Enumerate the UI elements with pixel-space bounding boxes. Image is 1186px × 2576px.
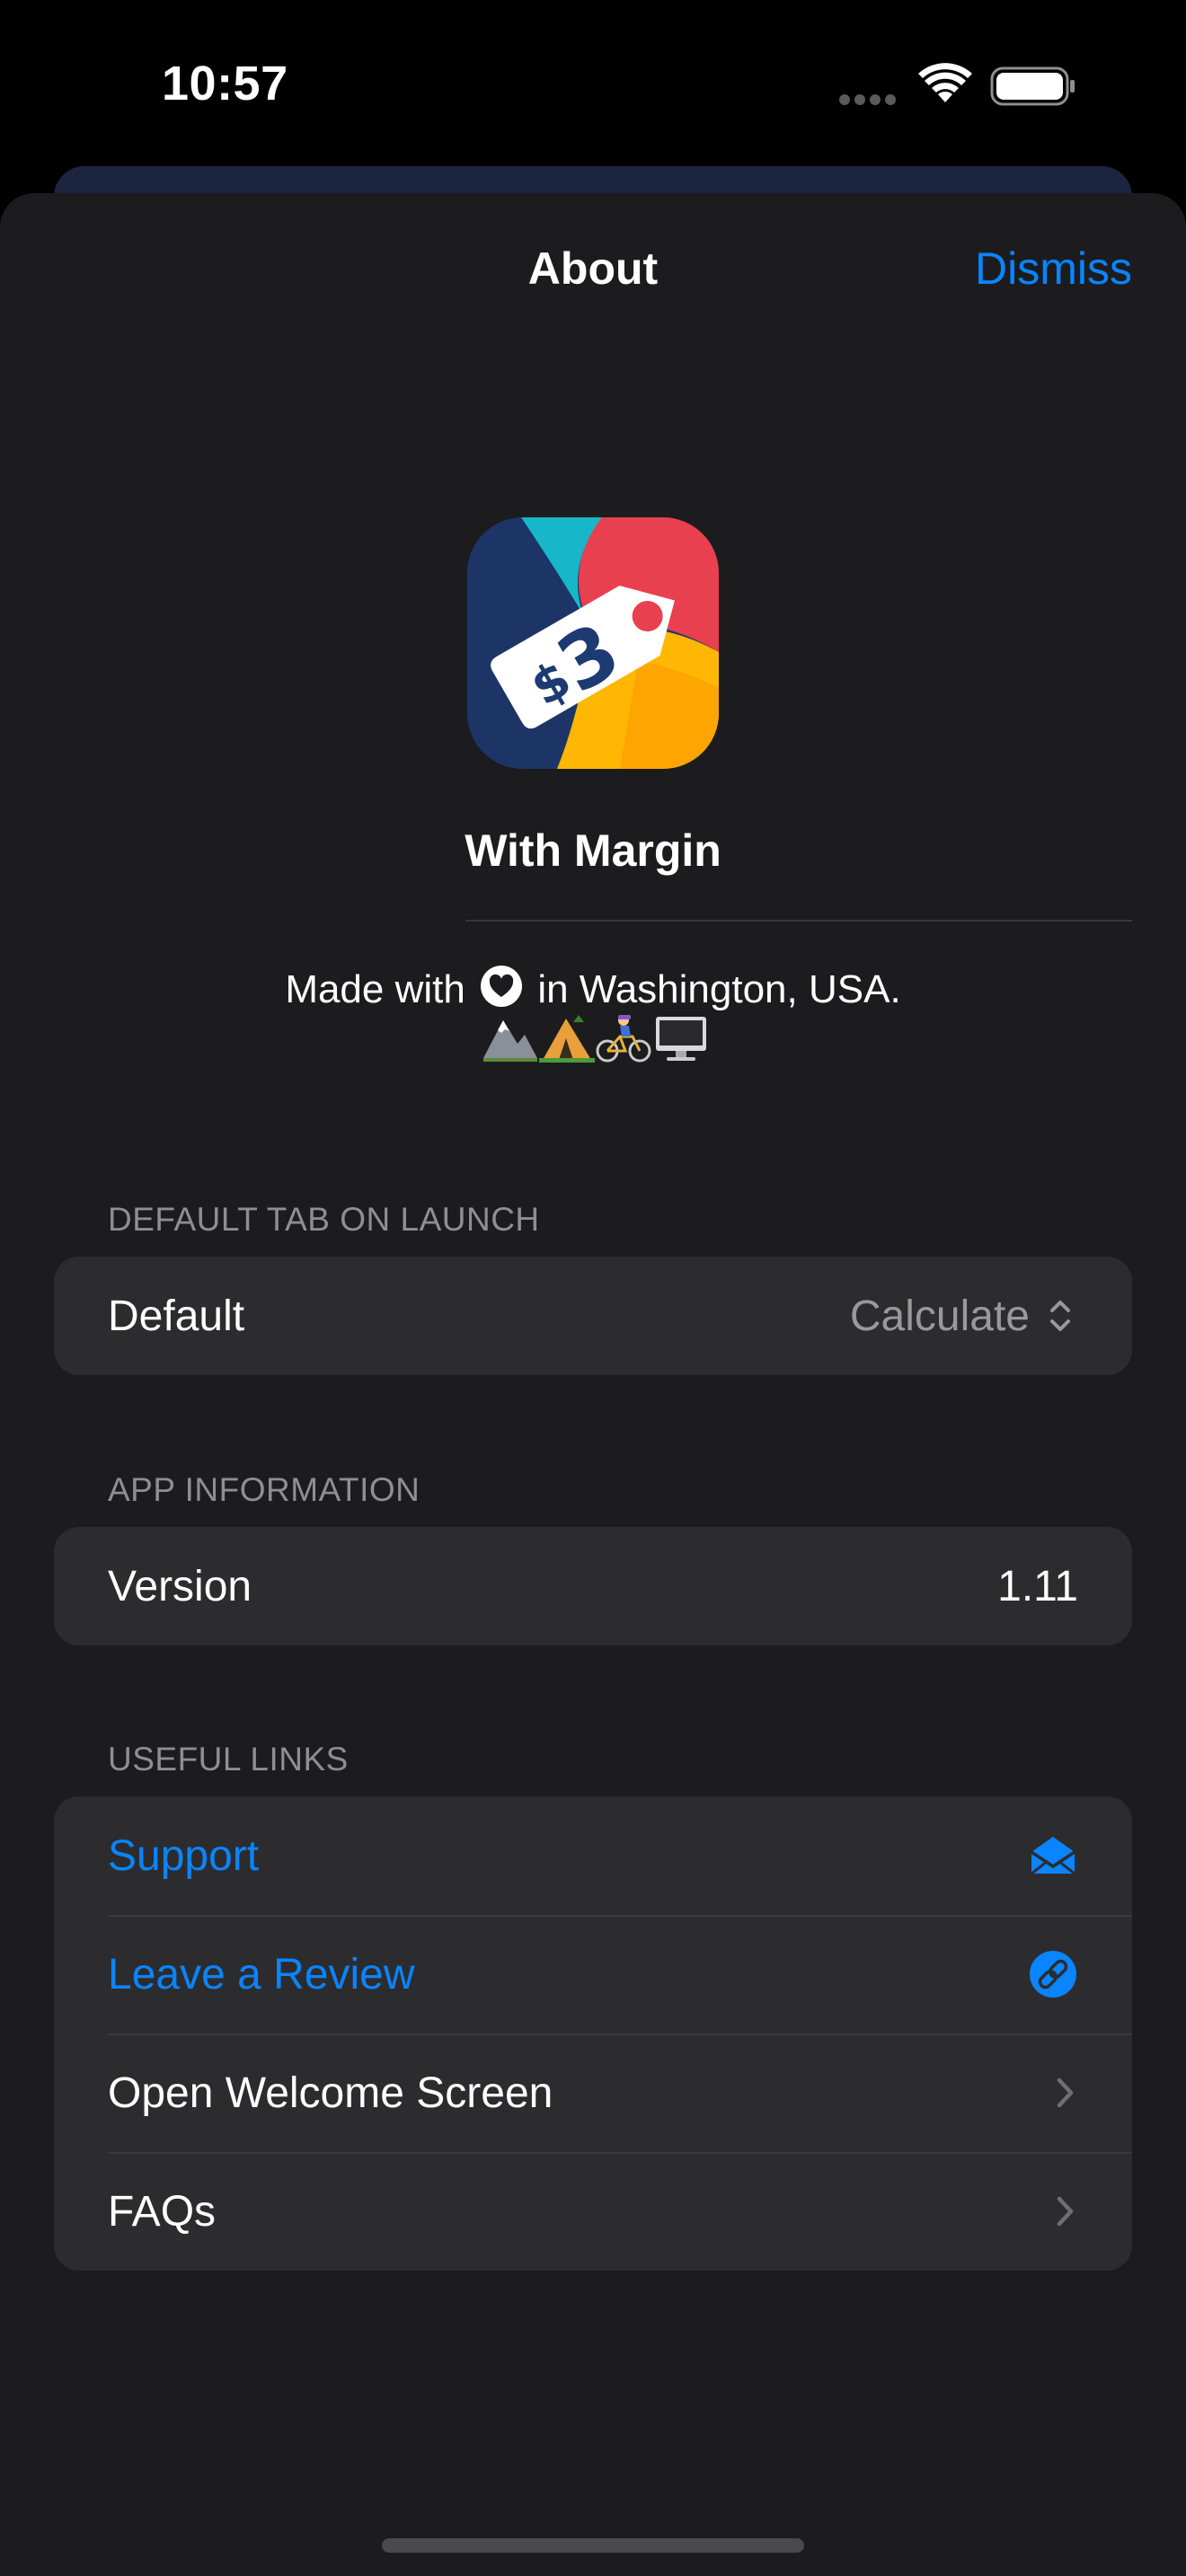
emoji-row <box>483 1015 706 1063</box>
open-welcome-screen-label: Open Welcome Screen <box>108 2069 553 2117</box>
leave-review-label: Leave a Review <box>108 1950 415 1998</box>
chevron-right-icon <box>1057 2196 1074 2227</box>
wifi-icon <box>918 63 972 102</box>
app-name: With Margin <box>465 825 721 876</box>
link-icon <box>1030 1951 1076 1998</box>
desktop-computer-icon <box>656 1017 706 1061</box>
open-welcome-screen-row[interactable]: Open Welcome Screen <box>54 2033 1132 2152</box>
made-with-suffix: in Washington, USA. <box>537 967 901 1011</box>
faqs-label: FAQs <box>108 2187 217 2236</box>
app-information-header: APP INFORMATION <box>108 1471 420 1508</box>
support-row[interactable]: Support <box>54 1796 1132 1915</box>
status-icons <box>836 63 1078 108</box>
default-tab-row[interactable]: Default Calculate <box>54 1257 1132 1375</box>
mountain-icon <box>483 1020 537 1062</box>
default-tab-group: Default Calculate <box>54 1257 1132 1375</box>
default-tab-value: Calculate <box>849 1292 1030 1340</box>
screen: 10:57 About Dismiss $ 3 With Margin Made… <box>0 0 1186 2576</box>
useful-links-group: Support Leave a Review Open Welcome Scre… <box>54 1796 1132 2271</box>
envelope-icon <box>1031 1837 1075 1875</box>
home-indicator[interactable] <box>382 2538 804 2553</box>
default-tab-label: Default <box>108 1292 245 1340</box>
faqs-row[interactable]: FAQs <box>54 2152 1132 2271</box>
default-tab-header: DEFAULT TAB ON LAUNCH <box>108 1201 540 1238</box>
made-with-prefix: Made with <box>285 967 465 1011</box>
cellular-signal-icon <box>839 93 900 110</box>
dismiss-button[interactable]: Dismiss <box>975 243 1132 295</box>
leave-review-row[interactable]: Leave a Review <box>54 1915 1132 2033</box>
version-row: Version 1.11 <box>54 1527 1132 1645</box>
default-tab-picker[interactable]: Calculate <box>850 1292 1078 1341</box>
tent-icon <box>539 1015 595 1063</box>
battery-icon <box>990 66 1075 106</box>
useful-links-header: USEFUL LINKS <box>108 1741 349 1778</box>
made-with-line: Made with in Washington, USA. <box>0 965 1186 1012</box>
app-information-group: Version 1.11 <box>54 1527 1132 1645</box>
heart-icon <box>481 966 523 1007</box>
version-label: Version <box>108 1562 252 1610</box>
support-label: Support <box>108 1831 260 1880</box>
status-time: 10:57 <box>162 57 288 110</box>
cyclist-icon <box>596 1015 651 1063</box>
chevron-right-icon <box>1057 2078 1074 2108</box>
app-icon: $ 3 <box>467 517 719 769</box>
divider <box>465 920 1132 922</box>
version-value: 1.11 <box>997 1562 1078 1610</box>
chevron-up-down-icon <box>1050 1301 1070 1331</box>
